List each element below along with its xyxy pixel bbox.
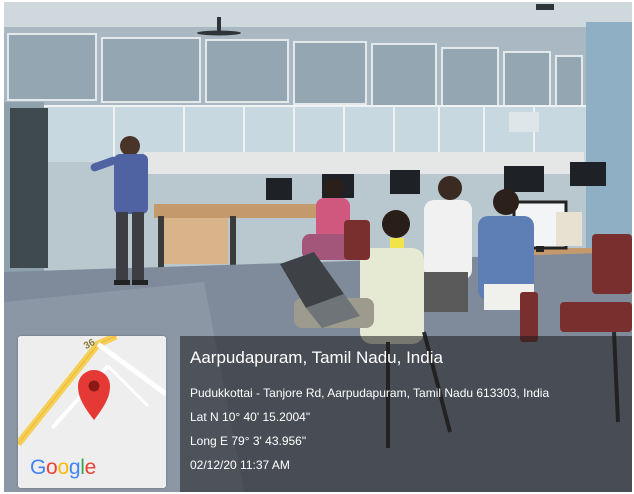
door (10, 108, 48, 268)
front-table (154, 204, 334, 218)
longitude-line: Long E 79° 3' 43.956" (190, 434, 307, 448)
latitude-line: Lat N 10° 40' 15.2004" (190, 410, 311, 424)
google-logo: Google (30, 456, 96, 479)
place-title: Aarpudapuram, Tamil Nadu, India (190, 348, 443, 367)
address-line: Pudukkottai - Tanjore Rd, Aarpudapuram, … (190, 386, 550, 400)
map-thumbnail[interactable]: 36 Google (18, 336, 166, 488)
timestamp-line: 02/12/20 11:37 AM (190, 458, 290, 472)
photo-frame: 36 Google Aarpudapuram, Tamil Nadu, Indi… (4, 2, 632, 492)
